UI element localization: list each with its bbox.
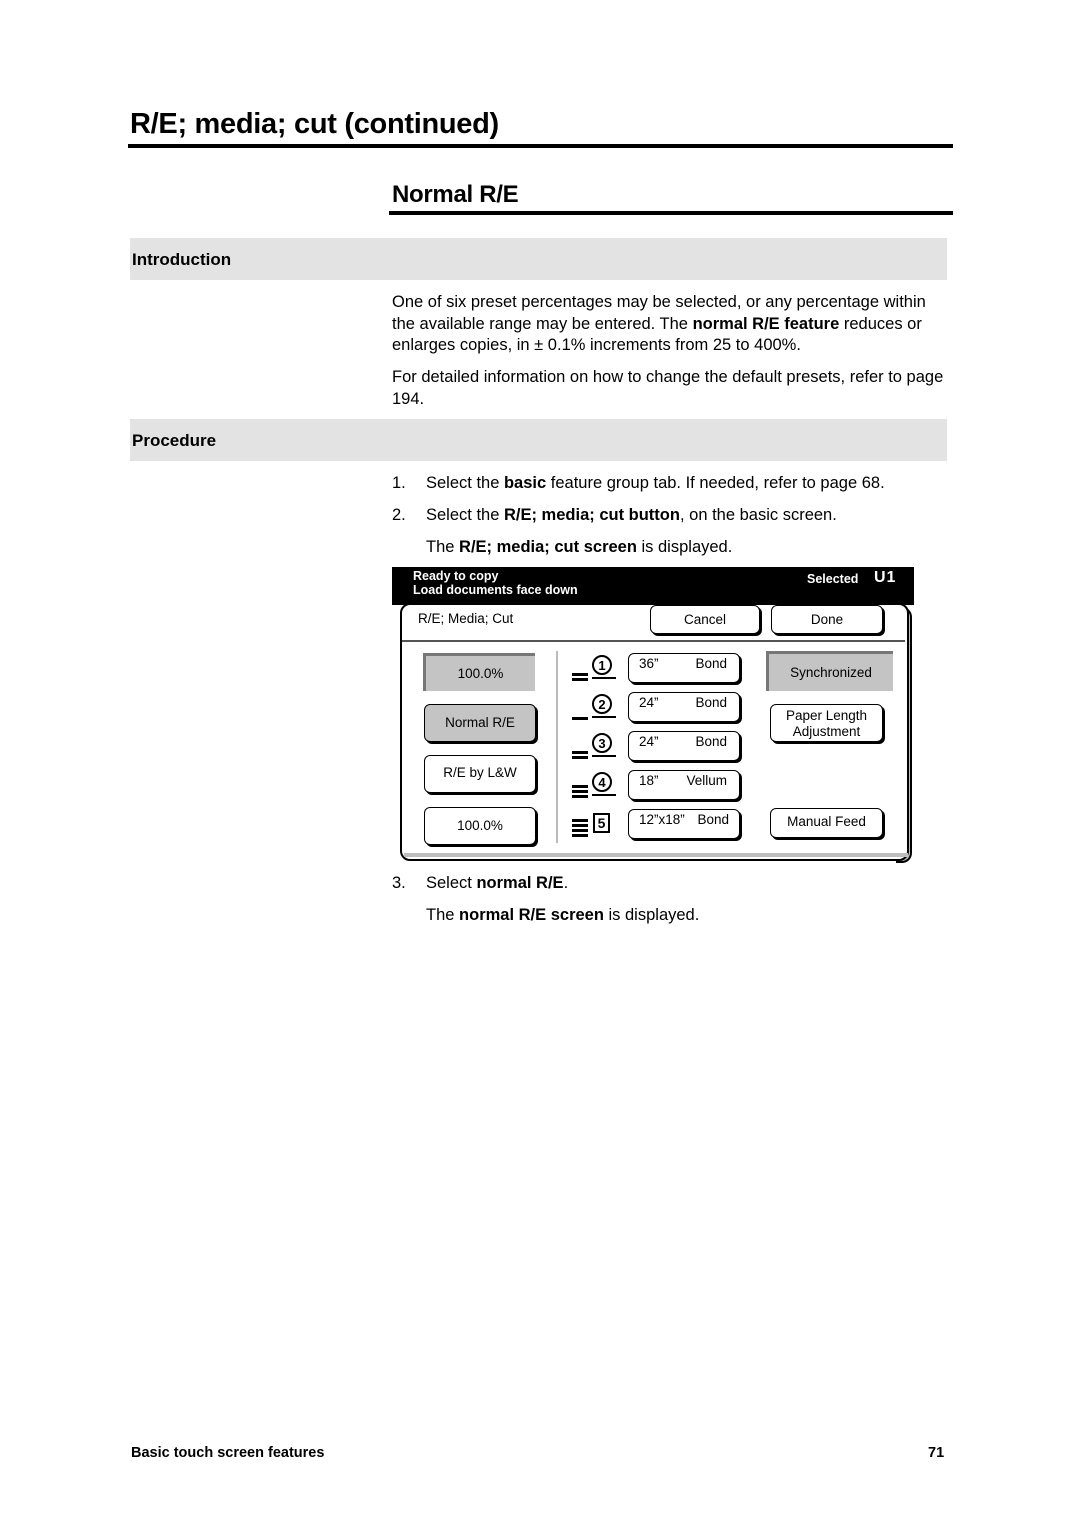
procedure-band: Procedure (130, 419, 947, 461)
tray-size: 36” (639, 656, 659, 671)
tray-5-indicator: 5 (568, 811, 624, 839)
step-text: , on the basic screen. (679, 506, 837, 524)
frame-bottom-shadow (404, 853, 908, 857)
paper-level-icon (572, 671, 588, 681)
paper-length-adjustment-button[interactable]: Paper Length Adjustment (770, 704, 883, 742)
intro-paragraph-2: For detailed information on how to chang… (392, 368, 944, 408)
tray-size: 18” (639, 773, 659, 788)
tray-4-indicator: 4 (568, 772, 624, 800)
step-text: Select the (426, 474, 504, 492)
step-bold: normal R/E (476, 874, 564, 892)
step-text: is displayed. (603, 906, 700, 924)
step-text: The (426, 538, 460, 556)
tray-1-button[interactable]: 36” Bond (628, 653, 740, 683)
cancel-button[interactable]: Cancel (650, 605, 760, 634)
footer-chapter: Basic touch screen features (131, 1445, 325, 1461)
synchronized-button[interactable]: Synchronized (766, 651, 893, 691)
tray-media: Bond (695, 734, 727, 749)
step-text: The (426, 906, 460, 924)
percent-display: 100.0% (423, 653, 535, 691)
step-number: 3. (392, 874, 406, 892)
column-divider (556, 651, 558, 843)
step-text: Select the (426, 506, 504, 524)
tray-media: Bond (695, 695, 727, 710)
step-bold: basic (503, 474, 547, 492)
step-text: . (563, 874, 569, 892)
paper-level-icon (572, 749, 588, 759)
step-2: 2. Select the R/E; media; cut button, on … (392, 505, 837, 526)
introduction-band: Introduction (130, 238, 947, 280)
step-number: 2. (392, 506, 406, 524)
status-bar: Ready to copy Load documents face down S… (392, 567, 914, 605)
step-text: feature group tab. If needed, refer to p… (546, 474, 885, 492)
tray-2-button[interactable]: 24” Bond (628, 692, 740, 722)
tray-media: Bond (697, 812, 729, 827)
tray-underline (592, 755, 616, 757)
button-line-2: Adjustment (792, 724, 861, 739)
tray-media: Vellum (686, 773, 727, 788)
paper-level-icon (572, 715, 588, 720)
step-3: 3. Select normal R/E. (392, 873, 568, 894)
tray-5-button[interactable]: 12”x18” Bond (628, 809, 740, 839)
tray-size: 24” (639, 695, 659, 710)
tray-2-indicator: 2 (568, 694, 624, 722)
tray-3-icon: 3 (592, 733, 612, 753)
step-bold: R/E; media; cut screen (459, 538, 637, 556)
tray-underline (592, 794, 616, 796)
tray-2-icon: 2 (592, 694, 612, 714)
selected-value: U1 (874, 569, 897, 586)
tray-size: 24” (639, 734, 659, 749)
button-line-1: Paper Length (785, 708, 868, 723)
screen-name: R/E; Media; Cut (418, 611, 514, 626)
step-3-result: The normal R/E screen is displayed. (426, 905, 699, 926)
tray-4-icon: 4 (592, 772, 612, 792)
tray-5-icon: 5 (593, 813, 610, 833)
step-text: is displayed. (636, 538, 733, 556)
step-2-result: The R/E; media; cut screen is displayed. (426, 537, 732, 558)
manual-feed-button[interactable]: Manual Feed (770, 808, 883, 838)
procedure-heading: Procedure (132, 431, 217, 450)
selected-label: Selected (807, 572, 859, 586)
tray-1-indicator: 1 (568, 655, 624, 683)
step-number: 1. (392, 474, 406, 492)
tray-4-button[interactable]: 18” Vellum (628, 770, 740, 800)
status-line-1: Ready to copy (413, 569, 499, 583)
tray-underline (592, 677, 616, 679)
introduction-heading: Introduction (132, 250, 232, 269)
step-bold: R/E; media; cut button (503, 506, 680, 524)
status-line-2: Load documents face down (413, 583, 578, 597)
tray-3-button[interactable]: 24” Bond (628, 731, 740, 761)
topbar-divider (402, 640, 905, 642)
title-rule (128, 144, 953, 148)
tray-underline (592, 716, 616, 718)
intro-bold: normal R/E feature (692, 314, 840, 333)
intro-paragraph-1: One of six preset percentages may be sel… (392, 292, 952, 357)
tray-size: 12”x18” (639, 812, 685, 827)
step-bold: normal R/E screen (459, 906, 604, 924)
tray-1-icon: 1 (592, 655, 612, 675)
step-1: 1. Select the basic feature group tab. If… (392, 473, 885, 494)
paper-level-icon (572, 817, 588, 837)
re-by-lw-button[interactable]: R/E by L&W (424, 755, 536, 793)
section-title: Normal R/E (392, 181, 519, 208)
footer-page-number: 71 (928, 1445, 945, 1461)
section-rule (389, 211, 953, 215)
tray-3-indicator: 3 (568, 733, 624, 761)
paper-level-icon (572, 783, 588, 798)
page-title: R/E; media; cut (continued) (130, 108, 499, 140)
percent-button[interactable]: 100.0% (424, 807, 536, 845)
normal-re-button[interactable]: Normal R/E (424, 704, 536, 742)
step-text: Select (426, 874, 477, 892)
done-button[interactable]: Done (771, 605, 883, 634)
tray-media: Bond (695, 656, 727, 671)
touch-screen-illustration: Ready to copy Load documents face down S… (392, 567, 914, 863)
